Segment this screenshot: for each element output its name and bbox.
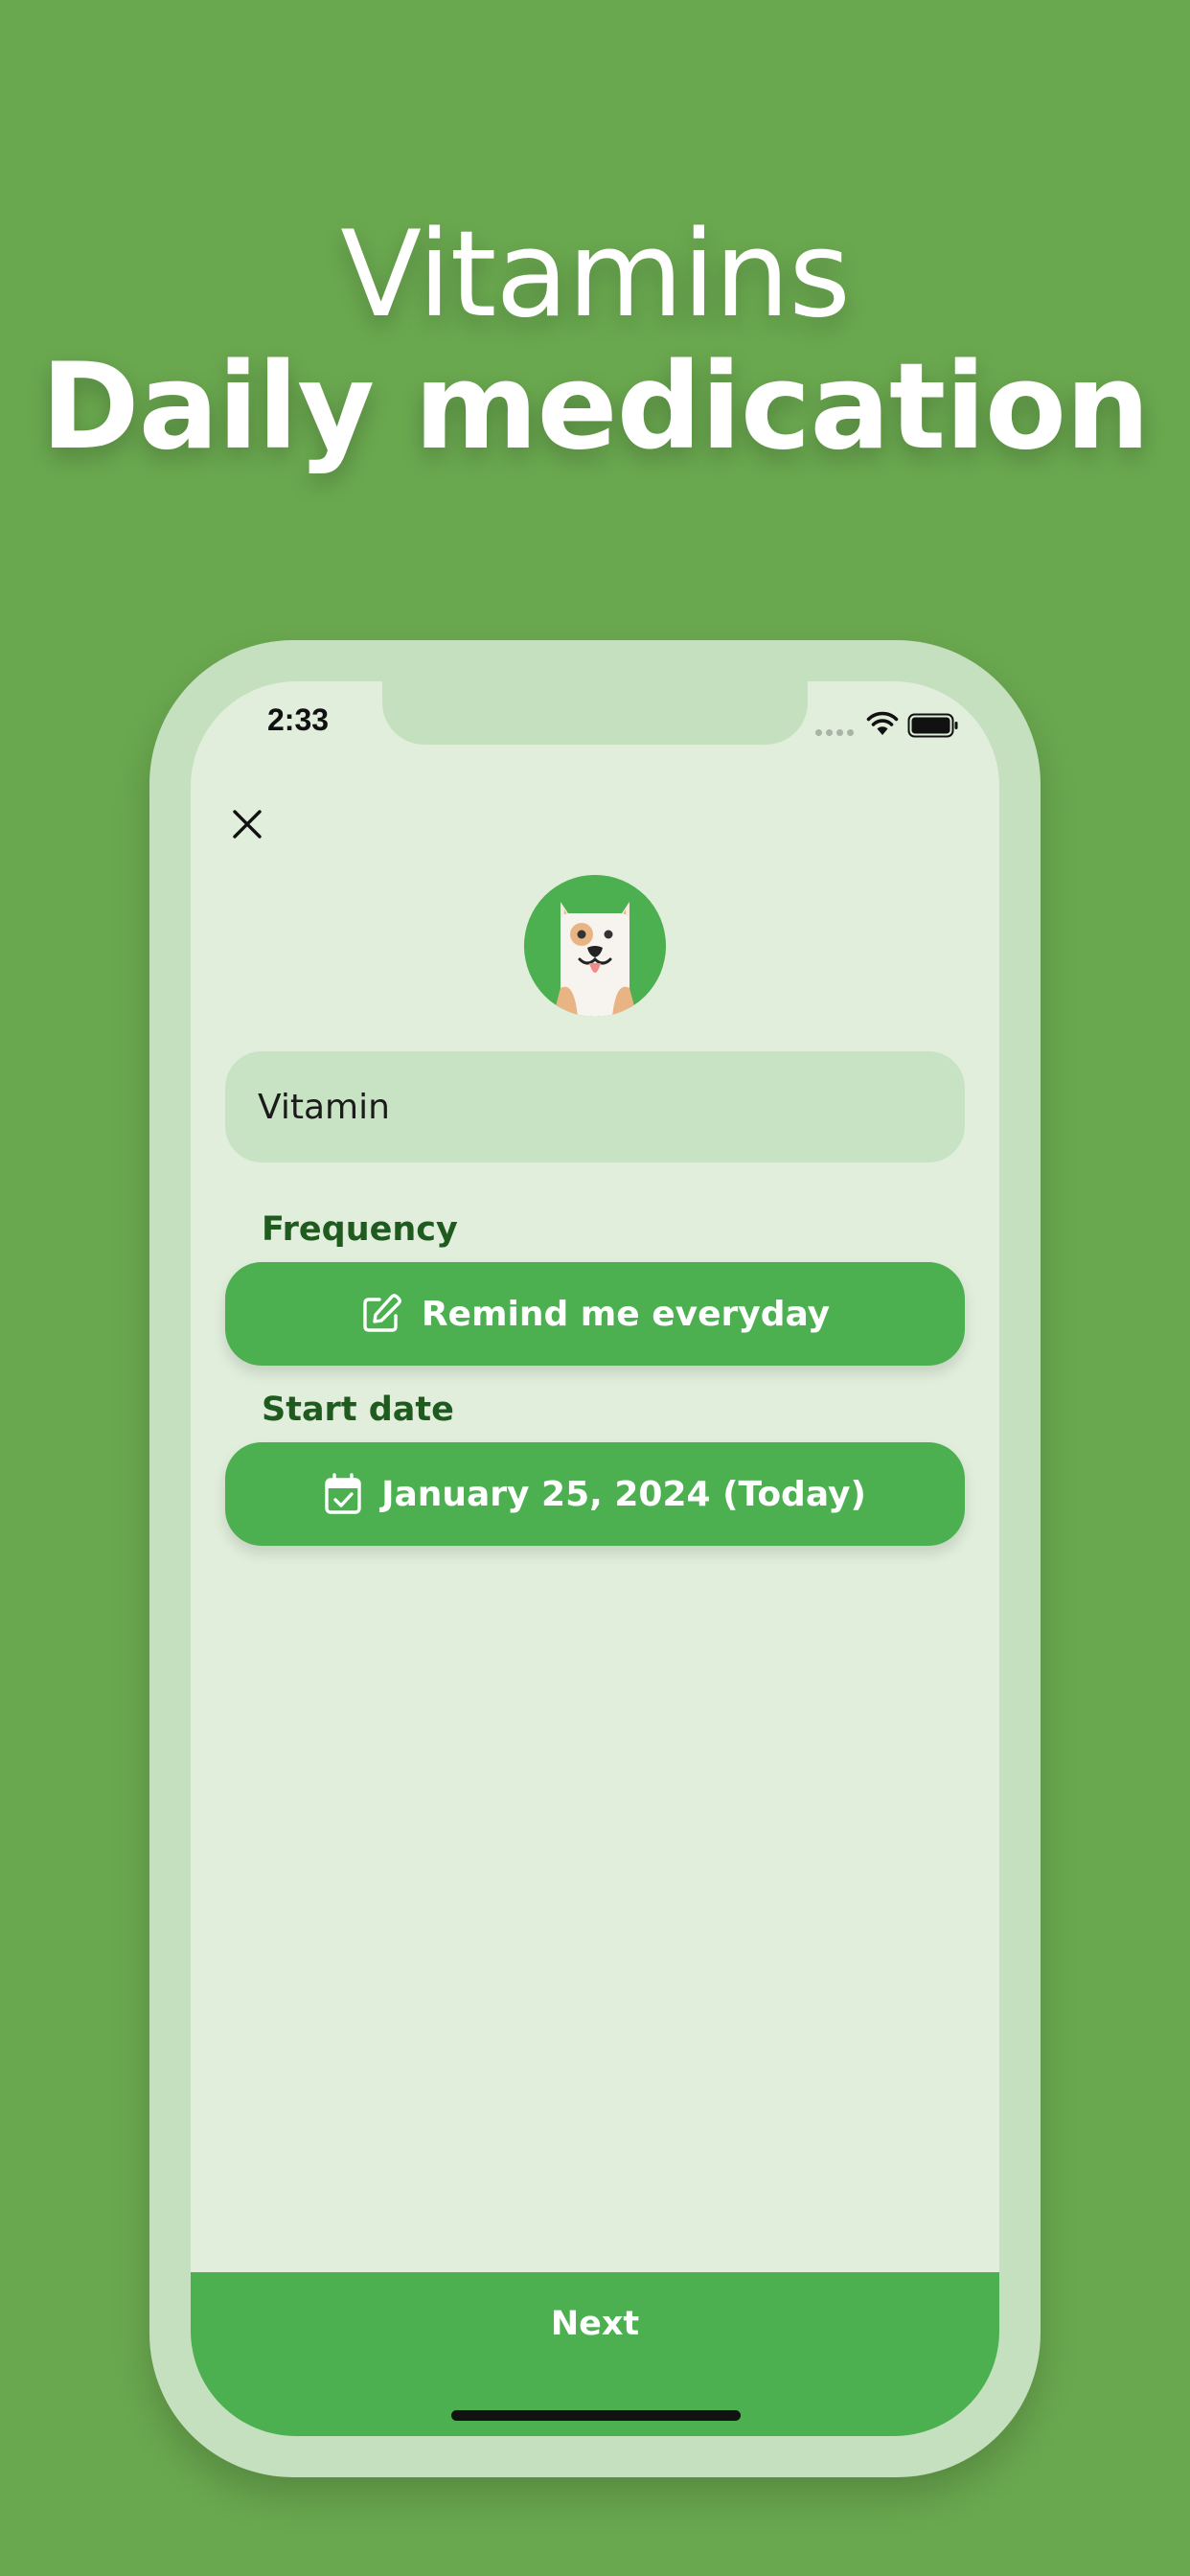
wifi-icon [866,711,899,735]
start-date-button-label: January 25, 2024 (Today) [381,1474,866,1514]
next-button-label: Next [550,2305,640,2343]
next-button[interactable]: Next [191,2272,999,2436]
start-date-label: Start date [262,1391,454,1429]
home-indicator [451,2410,741,2421]
pet-avatar[interactable] [524,875,666,1017]
close-icon [233,810,262,839]
phone-frame: 2:33 Vitamin Frequency Remind me everyda… [149,640,1041,2477]
start-date-button[interactable]: January 25, 2024 (Today) [225,1442,965,1546]
frequency-label: Frequency [262,1210,458,1249]
frequency-button-label: Remind me everyday [421,1294,831,1334]
battery-icon [907,713,958,738]
close-button[interactable] [219,796,275,852]
promo-headline-line2: Daily medication [40,338,1151,476]
frequency-button[interactable]: Remind me everyday [225,1262,965,1366]
dog-face-icon [524,875,666,1017]
status-time: 2:33 [267,702,330,737]
app-screen: 2:33 Vitamin Frequency Remind me everyda… [191,681,999,2436]
promo-headline-line1: Vitamins [340,206,851,344]
phone-notch [382,681,808,745]
cellular-signal-icon [815,729,854,736]
edit-icon [363,1294,401,1332]
calendar-check-icon [325,1473,361,1514]
medication-name-input[interactable] [225,1051,965,1162]
